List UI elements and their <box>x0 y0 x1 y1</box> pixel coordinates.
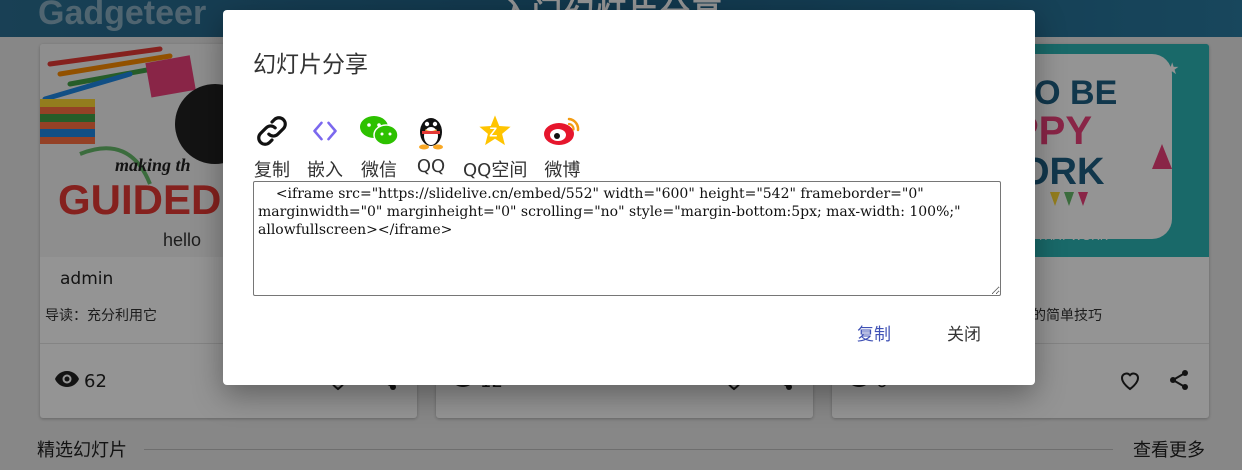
share-copy-link[interactable]: 复制 <box>253 110 291 182</box>
share-qzone[interactable]: Z QQ空间 <box>463 110 527 182</box>
weibo-icon <box>543 110 581 152</box>
share-options: 复制 嵌入 微信 QQ Z QQ空间 微博 <box>253 110 597 182</box>
share-embed[interactable]: 嵌入 <box>307 110 343 182</box>
share-qq[interactable]: QQ <box>415 110 447 182</box>
share-weibo[interactable]: 微博 <box>543 110 581 182</box>
link-icon <box>253 110 291 152</box>
embed-code-textarea[interactable]: <iframe src="https://slidelive.cn/embed/… <box>253 181 1001 296</box>
svg-text:Z: Z <box>490 125 498 140</box>
share-label: QQ空间 <box>463 160 528 181</box>
qq-icon <box>415 110 447 152</box>
code-icon <box>309 110 341 152</box>
share-label: 嵌入 <box>307 160 343 181</box>
share-label: 微信 <box>361 160 397 181</box>
dialog-title: 幻灯片分享 <box>253 52 368 78</box>
share-wechat[interactable]: 微信 <box>359 110 399 182</box>
copy-button[interactable]: 复制 <box>857 320 891 345</box>
qzone-icon: Z <box>477 110 513 152</box>
close-button[interactable]: 关闭 <box>947 320 981 345</box>
wechat-icon <box>359 110 399 152</box>
share-label: QQ <box>416 156 446 177</box>
share-dialog: 幻灯片分享 复制 嵌入 微信 QQ Z QQ空间 微博 <iframe src=… <box>223 10 1035 385</box>
share-label: 微博 <box>544 160 581 181</box>
share-label: 复制 <box>254 160 290 181</box>
